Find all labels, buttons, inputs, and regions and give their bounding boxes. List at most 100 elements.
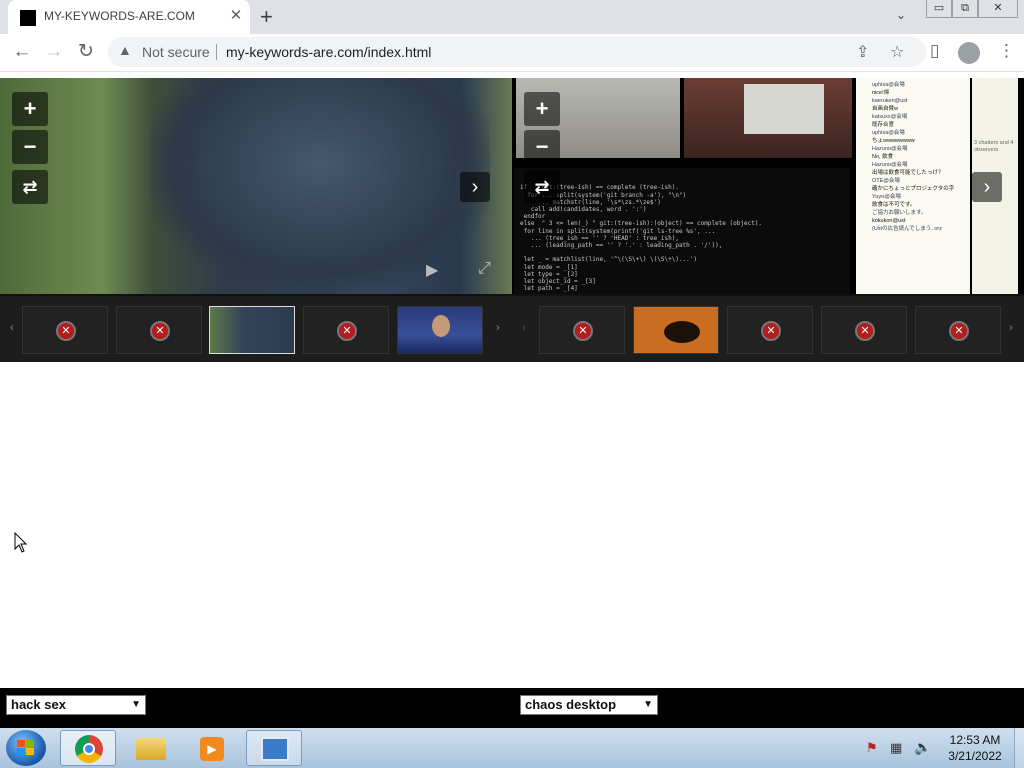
stream-pane-left[interactable]: + − ⇄ › ▶ ⤢: [0, 78, 512, 294]
thumbnail-error[interactable]: ✕: [727, 306, 813, 354]
bookmark-star-icon[interactable]: ☆: [890, 42, 904, 62]
network-warning-icon[interactable]: ⚑: [866, 740, 878, 756]
chat-line: ご協力お願いします。: [872, 210, 927, 216]
chat-line: Yuyo@会場: [872, 194, 901, 200]
thumbnail-error[interactable]: ✕: [22, 306, 108, 354]
zoom-out-button[interactable]: −: [12, 130, 48, 164]
chat-line: ちょwwwwwwww: [872, 138, 915, 144]
window-close-button[interactable]: ✕: [978, 0, 1018, 18]
chat-line: (Ustの広告読んでしまう..orz: [872, 226, 943, 232]
thumbnail-person: [432, 315, 450, 337]
zoom-out-button[interactable]: −: [524, 130, 560, 164]
chat-line: 出場は飲食可能でしたっけ？: [872, 170, 944, 176]
stream-select-bar: hack sex ▼ chaos desktop ▼: [0, 688, 1024, 728]
thumbnail-orange[interactable]: [633, 306, 719, 354]
fullscreen-icon[interactable]: ⤢: [478, 260, 491, 278]
code-line: if " git:(tree-ish) == complete (tree-is…: [520, 184, 679, 192]
play-icon[interactable]: ▶: [426, 260, 438, 280]
start-button[interactable]: [6, 730, 46, 766]
browser-toolbar: ← → ↻ ▲ Not secure my-keywords-are.com/i…: [0, 34, 1024, 72]
rotate-button[interactable]: ⇄: [524, 170, 560, 204]
chat-line: No, 飲食: [872, 154, 894, 160]
projector-screen: [744, 84, 824, 134]
chrome-icon-center: [83, 743, 95, 755]
zoom-in-button[interactable]: +: [12, 92, 48, 126]
reload-button[interactable]: ↻: [74, 42, 98, 62]
strip-prev-icon[interactable]: ‹: [10, 322, 14, 334]
thumbnail-error[interactable]: ✕: [821, 306, 907, 354]
terminal-code: if " git:(tree-ish) == complete (tree-is…: [520, 184, 850, 294]
taskbar-chrome[interactable]: [60, 730, 116, 766]
profile-avatar[interactable]: [958, 42, 980, 64]
thumbnail-error[interactable]: ✕: [539, 306, 625, 354]
code-line: endfor: [520, 213, 546, 221]
new-tab-button[interactable]: +: [260, 4, 273, 30]
back-button[interactable]: ←: [10, 42, 34, 62]
windows-logo-icon: [17, 740, 25, 747]
security-label[interactable]: Not secure: [142, 44, 210, 60]
clock-date: 3/21/2022: [948, 749, 1002, 763]
thumbnail-strip-left: ‹ ✕ ✕ ✕ ›: [0, 296, 512, 362]
left-stream-select[interactable]: hack sex ▼: [6, 695, 146, 715]
address-bar[interactable]: ▲ Not secure my-keywords-are.com/index.h…: [108, 37, 926, 67]
thumbnail-strip-right: ‹ ✕ ✕ ✕ ✕ ›: [512, 296, 1024, 362]
rotate-button[interactable]: ⇄: [12, 170, 48, 204]
terminal-window: if " git:(tree-ish) == complete (tree-is…: [514, 168, 850, 294]
browser-menu-icon[interactable]: ⋮: [998, 41, 1015, 61]
control-panel-icon: [261, 737, 289, 761]
code-line: ... matchstr(line, '\s*\zs.*\ze$'): [520, 198, 661, 206]
next-arrow-icon[interactable]: ›: [460, 172, 490, 202]
error-icon: ✕: [573, 321, 593, 341]
right-select-value: chaos desktop: [525, 697, 617, 712]
chevron-down-icon: ▼: [643, 699, 653, 710]
tab-strip: MY-KEYWORDS-ARE.COM ✕ + ⌄ ▭ ⧉ ✕: [0, 0, 1024, 34]
code-line: let type = _[2]: [520, 270, 578, 278]
taskbar-control-panel[interactable]: [246, 730, 302, 766]
thumbnail-news[interactable]: [397, 306, 483, 354]
chat-line: 飲食は不可です。: [872, 202, 916, 208]
network-icon[interactable]: ▦: [890, 740, 902, 756]
thumbnail-error[interactable]: ✕: [303, 306, 389, 354]
volume-icon[interactable]: 🔈: [914, 739, 931, 756]
stream-pane-right[interactable]: if " git:(tree-ish) == complete (tree-is…: [512, 78, 1024, 294]
thumbnail-selected[interactable]: [209, 306, 295, 354]
mouse-cursor-icon: [14, 532, 28, 553]
code-line: ... (tree_ish == '' ? 'HEAD' : tree_ish)…: [520, 234, 679, 242]
next-arrow-icon[interactable]: ›: [972, 172, 1002, 202]
strip-next-icon[interactable]: ›: [496, 322, 500, 334]
thumbnail-error[interactable]: ✕: [915, 306, 1001, 354]
active-tab[interactable]: MY-KEYWORDS-ARE.COM ✕: [8, 0, 250, 34]
jacket-photo: [150, 78, 490, 294]
tab-search-icon[interactable]: ⌄: [896, 8, 906, 22]
chat-line: katsuxx@会場: [872, 114, 908, 120]
tab-close-icon[interactable]: ✕: [226, 6, 246, 24]
window-minimize-button[interactable]: ▭: [926, 0, 952, 18]
system-clock[interactable]: 12:53 AM 3/21/2022: [940, 732, 1010, 764]
taskbar-explorer[interactable]: [122, 730, 178, 766]
thumbnail-error[interactable]: ✕: [116, 306, 202, 354]
window-restore-button[interactable]: ⧉: [952, 0, 978, 18]
show-desktop-button[interactable]: [1014, 728, 1024, 768]
error-icon: ✕: [761, 321, 781, 341]
taskbar-media-player[interactable]: ▶: [184, 730, 240, 766]
code-line: let _ = matchlist(line, '^\(\S\+\) \(\S\…: [520, 256, 698, 264]
url-text[interactable]: my-keywords-are.com/index.html: [226, 44, 431, 60]
chat-line: 既存合意: [872, 122, 895, 128]
right-stream-select[interactable]: chaos desktop ▼: [520, 695, 658, 715]
windows-logo-pane: [26, 740, 34, 747]
warning-icon[interactable]: ▲: [118, 42, 132, 58]
chat-panel: uphisa@会場 nice!帰 kaeruken@ust 自画自賛w katsuxx@…: [856, 78, 970, 294]
windows-taskbar: ▶ ⚑ ▦ 🔈 12:53 AM 3/21/2022: [0, 728, 1024, 768]
strip-prev-icon[interactable]: ‹: [522, 322, 526, 334]
share-icon[interactable]: ⇪: [856, 42, 869, 62]
chrome-icon: [75, 735, 103, 763]
zoom-in-button[interactable]: +: [524, 92, 560, 126]
thumbnail-object: [664, 321, 700, 343]
forward-button[interactable]: →: [42, 42, 66, 62]
side-panel-icon[interactable]: ▯: [930, 41, 939, 61]
folder-icon: [136, 738, 166, 760]
chat-line: kaeruken@ust: [872, 98, 908, 104]
chat-line: kokukon@ust: [872, 218, 906, 224]
strip-next-icon[interactable]: ›: [1009, 322, 1013, 334]
